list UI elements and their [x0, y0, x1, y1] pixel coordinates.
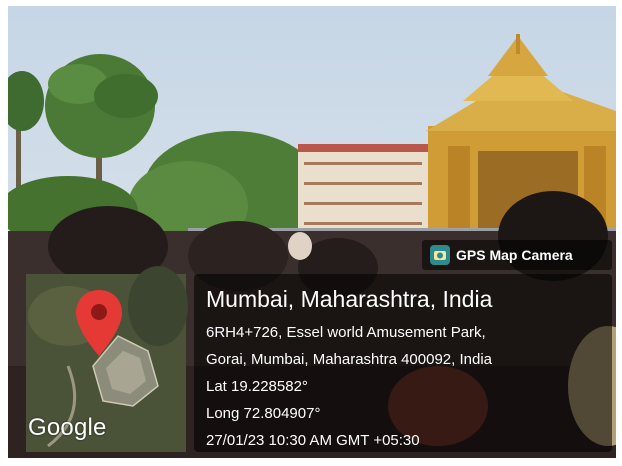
address-line-1: 6RH4+726, Essel world Amusement Park, — [206, 324, 486, 341]
latitude-text: Lat 19.228582° — [206, 378, 308, 395]
location-info-panel: Mumbai, Maharashtra, India 6RH4+726, Ess… — [194, 274, 612, 452]
address-line-2: Gorai, Mumbai, Maharashtra 400092, India — [206, 351, 492, 368]
longitude-text: Long 72.804907° — [206, 405, 321, 422]
google-logo: Google — [28, 414, 107, 441]
timestamp-text: 27/01/23 10:30 AM GMT +05:30 — [206, 432, 420, 449]
gps-map-camera-badge: GPS Map Camera — [422, 240, 612, 270]
location-title: Mumbai, Maharashtra, India — [206, 286, 493, 312]
photo-frame: Google GPS Map Camera Mumbai, Maharashtr… — [8, 6, 616, 458]
badge-label: GPS Map Camera — [456, 247, 573, 263]
camera-icon — [430, 245, 450, 265]
map-panel: Google — [26, 274, 186, 452]
